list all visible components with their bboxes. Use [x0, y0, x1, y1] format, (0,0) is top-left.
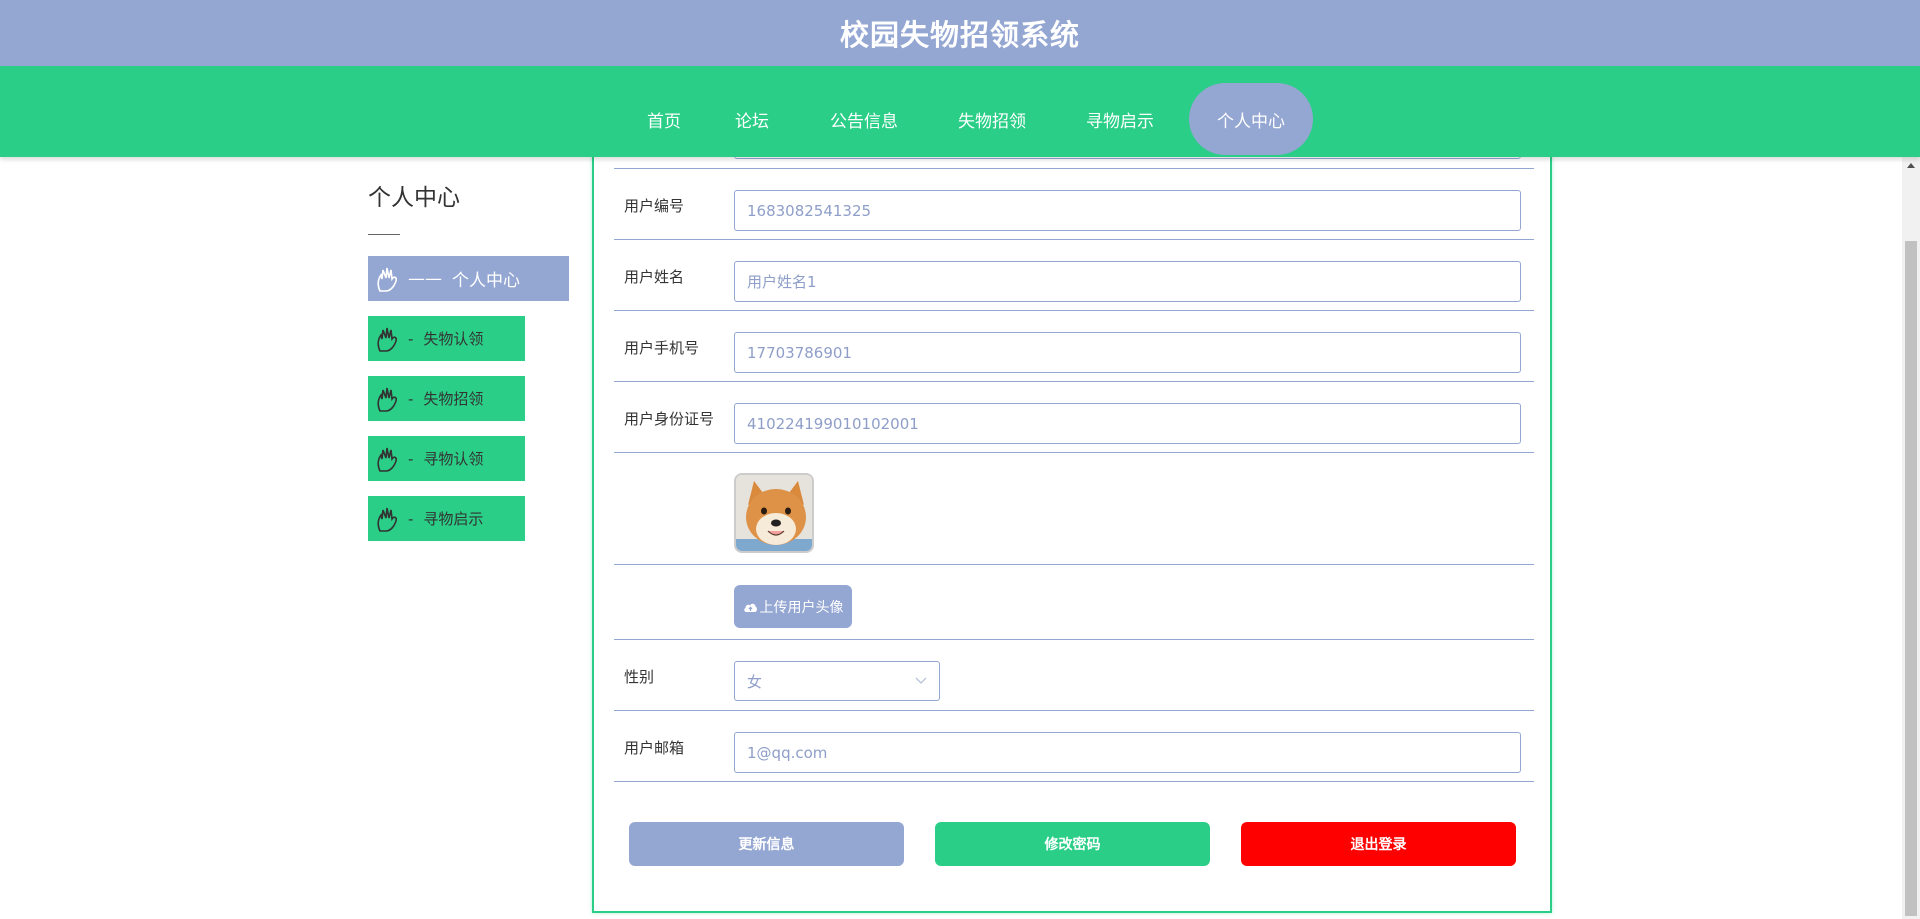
- user-id-card-input[interactable]: 410224199010102001: [734, 403, 1521, 444]
- chevron-down-icon: [915, 677, 927, 685]
- form-row-user-phone: 用户手机号 17703786901: [614, 311, 1534, 382]
- form-row-user-id-card: 用户身份证号 410224199010102001: [614, 382, 1534, 453]
- user-number-input[interactable]: 1683082541325: [734, 190, 1521, 231]
- gender-label: 性别: [624, 668, 655, 686]
- upload-avatar-button[interactable]: 上传用户头像: [734, 585, 852, 628]
- update-info-button[interactable]: 更新信息: [629, 822, 904, 866]
- sidebar-item-personal-center[interactable]: —— 个人中心: [368, 256, 569, 301]
- hand-icon: [376, 325, 402, 353]
- upload-avatar-label: 上传用户头像: [759, 599, 844, 616]
- change-password-button[interactable]: 修改密码: [935, 822, 1210, 866]
- sidebar-item-dash: -: [408, 449, 414, 468]
- sidebar-item-dash: -: [408, 389, 414, 408]
- sidebar-item-dash: ——: [408, 268, 442, 289]
- scroll-up-arrow-icon[interactable]: [1907, 163, 1915, 168]
- form-row-upload: 上传用户头像: [614, 565, 1534, 640]
- user-phone-label: 用户手机号: [624, 339, 700, 357]
- user-phone-input[interactable]: 17703786901: [734, 332, 1521, 373]
- user-avatar: [734, 473, 814, 553]
- email-input[interactable]: 1@qq.com: [734, 732, 1521, 773]
- site-header: 校园失物招领系统: [0, 0, 1920, 66]
- hand-icon: [376, 505, 402, 533]
- page-scrollbar[interactable]: [1902, 157, 1920, 919]
- nav-item-home[interactable]: 首页: [624, 83, 704, 155]
- sidebar-title: 个人中心: [368, 185, 460, 211]
- email-label: 用户邮箱: [624, 739, 685, 757]
- user-number-label: 用户编号: [624, 197, 685, 215]
- sidebar-item-dash: -: [408, 509, 414, 528]
- profile-form-panel: 账 a1 用户编号 1683082541325 用户姓名 用户姓名1 用户手机号…: [592, 116, 1552, 913]
- sidebar-item-search-notice[interactable]: - 寻物启示: [368, 496, 525, 541]
- hand-icon: [376, 385, 402, 413]
- sidebar-item-lost-found[interactable]: - 失物招领: [368, 376, 525, 421]
- main-nav: 首页 论坛 公告信息 失物招领 寻物启示 个人中心: [0, 66, 1920, 157]
- nav-item-personal-center[interactable]: 个人中心: [1189, 83, 1313, 155]
- hand-icon: [376, 265, 402, 293]
- nav-item-lost-found[interactable]: 失物招领: [944, 83, 1040, 155]
- scrollbar-thumb[interactable]: [1905, 241, 1917, 916]
- form-row-user-number: 用户编号 1683082541325: [614, 169, 1534, 240]
- sidebar-item-lost-claim[interactable]: - 失物认领: [368, 316, 525, 361]
- user-name-input[interactable]: 用户姓名1: [734, 261, 1521, 302]
- sidebar-divider: [368, 234, 400, 235]
- hand-icon: [376, 445, 402, 473]
- sidebar-item-label: 失物认领: [423, 330, 484, 348]
- form-row-avatar: [614, 453, 1534, 565]
- cloud-upload-icon: [743, 601, 758, 613]
- form-row-user-name: 用户姓名 用户姓名1: [614, 240, 1534, 311]
- nav-item-forum[interactable]: 论坛: [712, 83, 792, 155]
- logout-button[interactable]: 退出登录: [1241, 822, 1516, 866]
- nav-item-notices[interactable]: 公告信息: [816, 83, 912, 155]
- sidebar-item-label: 个人中心: [452, 271, 520, 291]
- sidebar-item-dash: -: [408, 329, 414, 348]
- nav-item-search-notice[interactable]: 寻物启示: [1072, 83, 1168, 155]
- sidebar-item-search-claim[interactable]: - 寻物认领: [368, 436, 525, 481]
- user-id-card-label: 用户身份证号: [624, 410, 715, 428]
- sidebar-item-label: 失物招领: [423, 390, 484, 408]
- gender-selected-value: 女: [747, 672, 763, 691]
- user-name-label: 用户姓名: [624, 268, 685, 286]
- form-row-email: 用户邮箱 1@qq.com: [614, 711, 1534, 782]
- site-title: 校园失物招领系统: [839, 18, 1080, 52]
- sidebar-item-label: 寻物认领: [423, 450, 484, 468]
- form-row-gender: 性别 女: [614, 640, 1534, 711]
- sidebar-item-label: 寻物启示: [423, 510, 484, 528]
- gender-select[interactable]: 女: [734, 661, 940, 701]
